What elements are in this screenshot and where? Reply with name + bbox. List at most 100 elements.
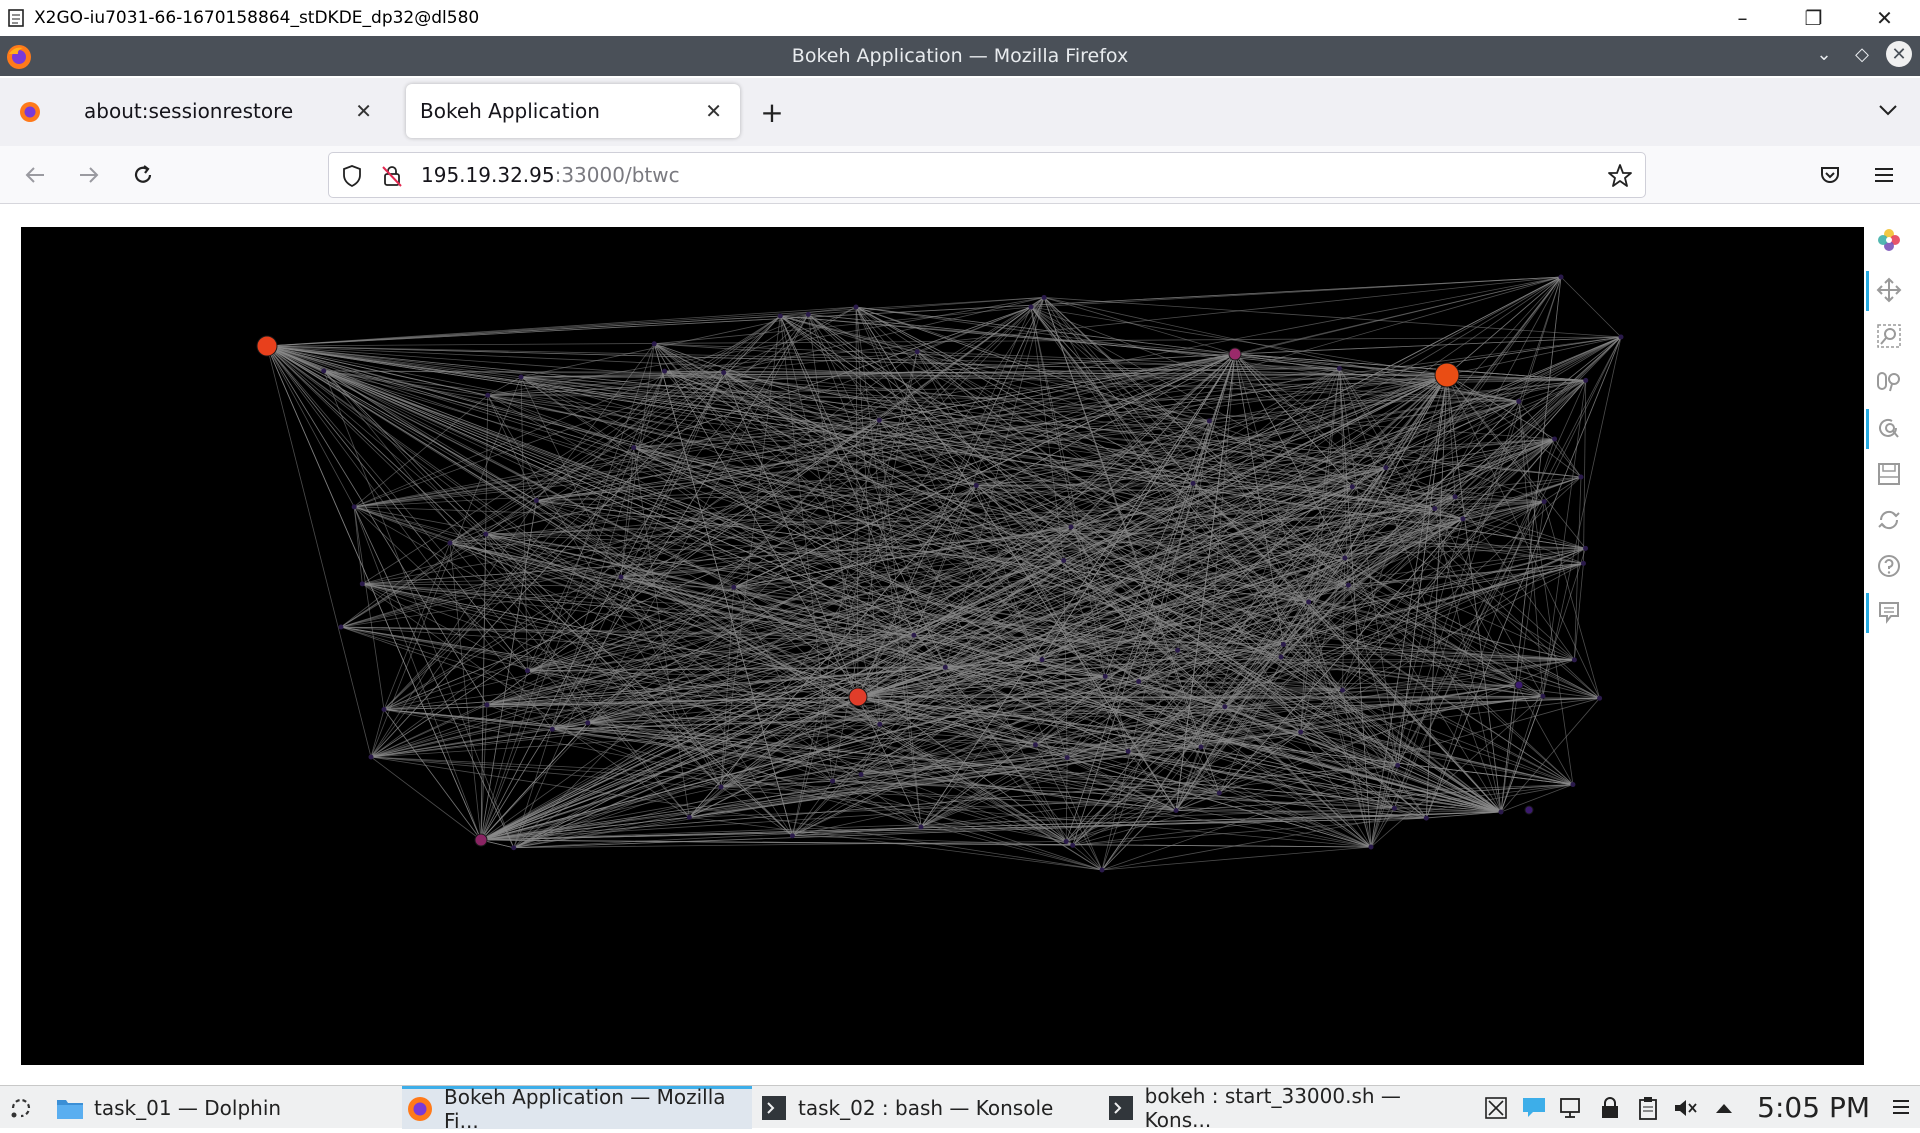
pocket-icon[interactable] — [1815, 160, 1845, 190]
tab-bokeh-application[interactable]: Bokeh Application ✕ — [406, 84, 740, 138]
graph-node-small — [1460, 516, 1465, 521]
volume-muted-icon[interactable] — [1667, 1086, 1705, 1129]
graph-edge — [267, 337, 1621, 346]
graph-node-small — [525, 668, 530, 673]
graph-node-small — [1064, 839, 1069, 844]
reload-icon[interactable] — [128, 160, 158, 190]
show-desktop-icon[interactable] — [1882, 1086, 1920, 1129]
tracking-protection-shield-icon[interactable] — [341, 164, 363, 192]
restore-button[interactable]: ❐ — [1778, 0, 1849, 36]
graph-node-small — [339, 625, 344, 630]
title-keep-above-icon[interactable]: ◇ — [1848, 40, 1876, 68]
title-minimize-icon[interactable]: ⌄ — [1810, 40, 1838, 68]
display-icon[interactable] — [1553, 1086, 1591, 1129]
graph-edge — [450, 316, 780, 543]
graph-node-small — [1340, 688, 1345, 693]
box-zoom-tool-icon[interactable] — [1874, 321, 1904, 351]
graph-node-small — [1040, 657, 1045, 662]
graph-node-highlighted — [475, 834, 487, 846]
graph-edge — [1345, 558, 1575, 660]
application-launcher-icon[interactable] — [8, 1086, 48, 1129]
graph-node-small — [619, 575, 624, 580]
task-konsole-bash[interactable]: task_02 : bash — Konsole — [760, 1086, 1100, 1129]
graph-edge — [450, 543, 481, 840]
graph-node-small — [448, 541, 453, 546]
graph-edge — [371, 757, 1394, 808]
graph-node-small — [1597, 696, 1602, 701]
graph-node-small — [1298, 730, 1303, 735]
back-icon[interactable] — [20, 160, 50, 190]
screen-expand-icon[interactable] — [1477, 1086, 1515, 1129]
list-all-tabs-icon[interactable] — [1874, 96, 1902, 124]
new-tab-button[interactable]: + — [758, 94, 786, 130]
url-bar[interactable]: 195.19.32.95:33000/btwc — [328, 152, 1646, 198]
task-firefox[interactable]: Bokeh Application — Mozilla Fi... — [402, 1086, 752, 1129]
minimize-button[interactable]: – — [1707, 0, 1778, 36]
reset-tool-icon[interactable] — [1874, 505, 1904, 535]
forward-icon[interactable] — [74, 160, 104, 190]
graph-node-small — [1175, 648, 1180, 653]
active-tool-indicator — [1866, 409, 1869, 449]
graph-node-small — [483, 532, 488, 537]
wheel-zoom-tool-icon[interactable] — [1874, 367, 1904, 397]
graph-edge — [1102, 847, 1371, 870]
graph-node-small — [877, 722, 882, 727]
clock[interactable]: 5:05 PM — [1757, 1091, 1870, 1124]
help-tool-icon[interactable] — [1874, 551, 1904, 581]
task-konsole-bokeh[interactable]: bokeh : start_33000.sh — Kons... — [1108, 1086, 1458, 1129]
tab-sessionrestore[interactable]: about:sessionrestore ✕ — [66, 84, 390, 138]
graph-edge — [1543, 337, 1621, 696]
graph-node-small — [360, 581, 365, 586]
graph-node-small — [1424, 816, 1429, 821]
graph-node-small — [719, 785, 724, 790]
graph-node-small — [1542, 499, 1547, 504]
graph-edge — [267, 346, 1555, 439]
system-tray: 5:05 PM — [1477, 1086, 1920, 1129]
save-tool-icon[interactable] — [1874, 459, 1904, 489]
tray-expand-arrow-icon[interactable] — [1705, 1086, 1743, 1129]
graph-node-highlighted — [1515, 681, 1523, 689]
active-tool-indicator — [1866, 593, 1869, 633]
task-label: bokeh : start_33000.sh — Kons... — [1145, 1084, 1458, 1132]
graph-node-small — [550, 727, 555, 732]
insecure-lock-icon[interactable] — [381, 164, 403, 192]
graph-node-small — [877, 418, 882, 423]
network-graph-svg[interactable] — [21, 227, 1864, 1065]
graph-node-small — [1103, 674, 1108, 679]
graph-node-small — [1217, 790, 1222, 795]
graph-node-small — [1207, 419, 1212, 424]
task-dolphin[interactable]: task_01 — Dolphin — [56, 1086, 396, 1129]
clipboard-icon[interactable] — [1629, 1086, 1667, 1129]
bokeh-graph-plot[interactable] — [21, 227, 1864, 1065]
firefox-view-icon[interactable] — [18, 100, 42, 124]
tab-close-icon[interactable]: ✕ — [705, 99, 722, 123]
graph-node-small — [1070, 843, 1075, 848]
pan-tool-icon[interactable] — [1874, 275, 1904, 305]
graph-node-small — [1191, 481, 1196, 486]
graph-node-small — [1042, 295, 1047, 300]
graph-node-highlighted — [1229, 348, 1241, 360]
graph-node-small — [830, 779, 835, 784]
graph-node-small — [1540, 694, 1545, 699]
tab-close-icon[interactable]: ✕ — [355, 99, 372, 123]
graph-node-small — [631, 445, 636, 450]
task-label: Bokeh Application — Mozilla Fi... — [444, 1085, 752, 1133]
notification-icon[interactable] — [1515, 1086, 1553, 1129]
graph-edge — [267, 277, 1561, 346]
url-path: :33000/btwc — [555, 163, 680, 187]
reset-zoom-tool-icon[interactable] — [1874, 413, 1904, 443]
graph-edge — [1501, 277, 1561, 812]
graph-edge — [1501, 698, 1600, 812]
bookmark-star-icon[interactable] — [1607, 163, 1633, 193]
close-button[interactable]: ✕ — [1849, 0, 1920, 36]
title-close-button[interactable]: ✕ — [1886, 41, 1912, 67]
hover-tool-icon[interactable] — [1874, 597, 1904, 627]
graph-edge — [267, 314, 808, 346]
menu-hamburger-icon[interactable] — [1869, 160, 1899, 190]
lock-icon[interactable] — [1591, 1086, 1629, 1129]
x2go-app-icon — [6, 7, 28, 29]
graph-node-small — [1136, 679, 1141, 684]
graph-node-small — [721, 370, 726, 375]
bokeh-logo-icon[interactable] — [1874, 225, 1904, 255]
graph-node-small — [321, 368, 326, 373]
